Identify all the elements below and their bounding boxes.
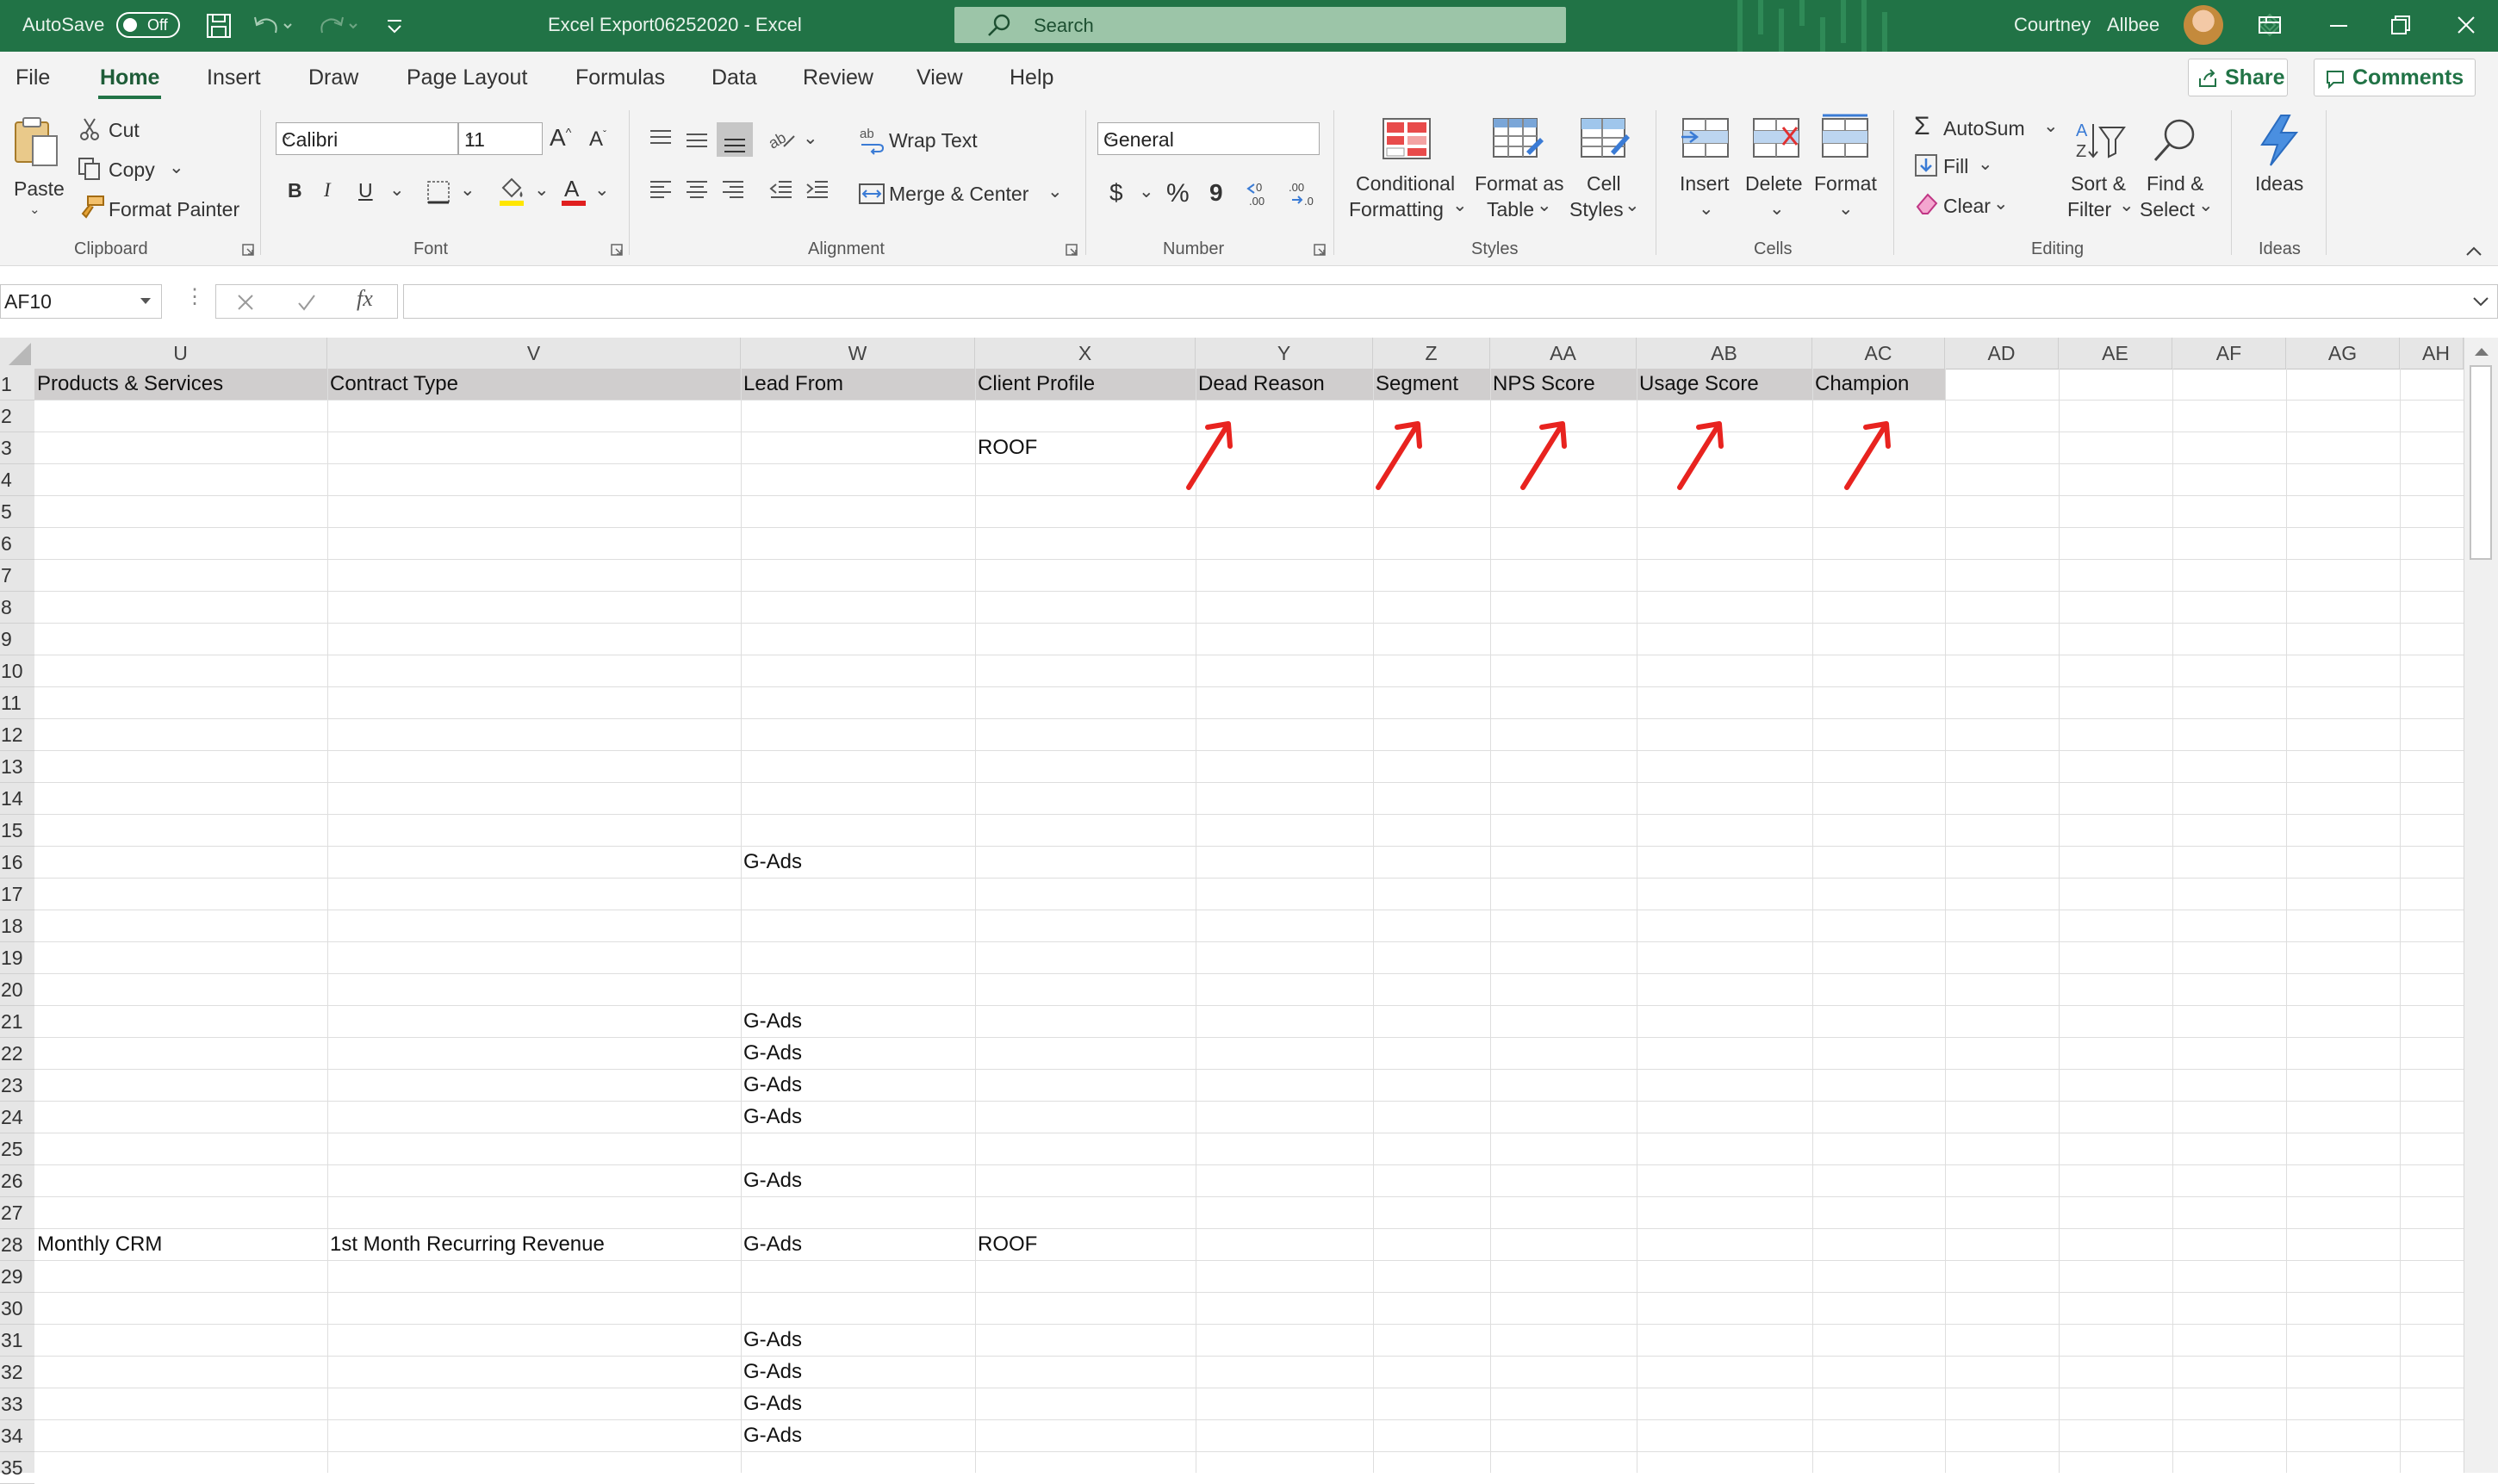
annotation-arrow-5 <box>1844 421 1891 490</box>
scroll-up-icon[interactable] <box>2473 345 2490 358</box>
annotation-arrow-2 <box>1376 421 1422 490</box>
annotation-arrow-4 <box>1677 421 1724 490</box>
annotation-arrow-3 <box>1520 421 1567 490</box>
annotation-arrow-1 <box>1186 421 1233 490</box>
vertical-scrollbar[interactable] <box>2464 338 2498 1473</box>
scrollbar-thumb[interactable] <box>2470 365 2492 560</box>
annotation-layer <box>1186 421 1891 490</box>
